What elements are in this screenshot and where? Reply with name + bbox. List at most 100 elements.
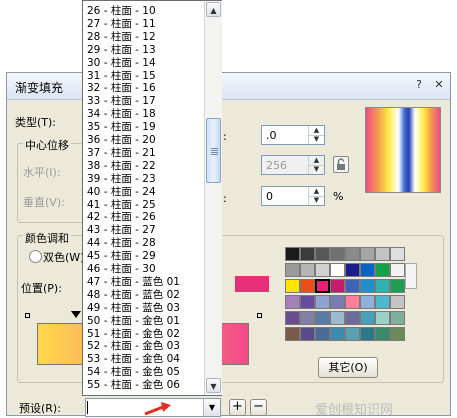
preset-list-item[interactable]: 33 - 柱面 - 17 [87,95,156,108]
preset-list-item[interactable]: 31 - 柱面 - 15 [87,70,156,83]
list-scrollbar[interactable]: ▲ ▼ [204,1,222,395]
palette-swatch[interactable] [330,295,345,309]
palette-swatch[interactable] [390,327,405,341]
palette-swatch[interactable] [360,247,375,261]
palette-swatch[interactable] [315,311,330,325]
preset-list-item[interactable]: 46 - 柱面 - 30 [87,263,156,276]
palette-swatch[interactable] [375,295,390,309]
color-palette [285,247,405,347]
remove-preset-button[interactable]: − [250,399,267,416]
angle-input[interactable]: .0 ▲ ▼ [261,125,325,145]
palette-swatch[interactable] [300,295,315,309]
other-button[interactable]: 其它(O) [318,357,378,378]
position-pointer[interactable] [71,311,81,318]
palette-swatch[interactable] [375,247,390,261]
palette-swatch[interactable] [390,295,405,309]
palette-swatch[interactable] [330,311,345,325]
palette-swatch[interactable] [360,295,375,309]
preset-list-item[interactable]: 52 - 柱面 - 金色 03 [87,340,180,353]
chevron-down-icon[interactable]: ▼ [203,399,220,416]
palette-swatch[interactable] [345,295,360,309]
preset-list-item[interactable]: 43 - 柱面 - 27 [87,224,156,237]
palette-swatch[interactable] [375,327,390,341]
palette-swatch[interactable] [315,247,330,261]
palette-swatch[interactable] [345,311,360,325]
palette-swatch[interactable] [360,327,375,341]
preset-list-item[interactable]: 50 - 柱面 - 金色 01 [87,315,180,328]
palette-swatch[interactable] [375,311,390,325]
palette-swatch[interactable] [300,247,315,261]
preset-list-item[interactable]: 49 - 柱面 - 蓝色 03 [87,302,180,315]
help-icon[interactable]: ? [411,78,427,92]
palette-swatch[interactable] [315,263,330,277]
preset-list-item[interactable]: 54 - 柱面 - 金色 05 [87,366,180,379]
preset-list-item[interactable]: 36 - 柱面 - 20 [87,134,156,147]
preset-list-item[interactable]: 34 - 柱面 - 18 [87,108,156,121]
preset-list-item[interactable]: 53 - 柱面 - 金色 04 [87,353,180,366]
scroll-up-arrow[interactable]: ▲ [206,2,221,17]
palette-swatch[interactable] [345,327,360,341]
edge-down-arrow[interactable]: ▼ [309,196,324,205]
preset-list-item[interactable]: 41 - 柱面 - 25 [87,199,156,212]
angle-down-arrow[interactable]: ▼ [309,135,324,144]
preset-list-item[interactable]: 30 - 柱面 - 14 [87,57,156,70]
preset-list-item[interactable]: 47 - 柱面 - 蓝色 01 [87,276,180,289]
palette-swatch[interactable] [390,247,405,261]
preset-list-item[interactable]: 29 - 柱面 - 13 [87,44,156,57]
edge-pad-input[interactable]: 0 ▲ ▼ [261,186,325,206]
palette-swatch[interactable] [285,327,300,341]
palette-swatch[interactable] [390,263,405,277]
palette-swatch[interactable] [315,279,330,293]
palette-swatch[interactable] [285,295,300,309]
palette-swatch[interactable] [285,247,300,261]
palette-swatch[interactable] [330,263,345,277]
end-marker[interactable] [257,313,262,318]
palette-swatch[interactable] [285,263,300,277]
palette-swatch[interactable] [360,263,375,277]
palette-swatch[interactable] [330,247,345,261]
palette-swatch[interactable] [345,279,360,293]
preset-list-item[interactable]: 40 - 柱面 - 24 [87,186,156,199]
preset-list-item[interactable]: 27 - 柱面 - 11 [87,18,156,31]
preset-list-item[interactable]: 45 - 柱面 - 29 [87,250,156,263]
palette-swatch[interactable] [300,263,315,277]
palette-swatch[interactable] [375,279,390,293]
preset-list-item[interactable]: 48 - 柱面 - 蓝色 02 [87,289,180,302]
preset-list-item[interactable]: 38 - 柱面 - 22 [87,160,156,173]
lock-icon[interactable] [333,156,349,173]
palette-swatch[interactable] [345,263,360,277]
preset-list-item[interactable]: 39 - 柱面 - 23 [87,173,156,186]
preset-list-item[interactable]: 44 - 柱面 - 28 [87,237,156,250]
preset-list-item[interactable]: 32 - 柱面 - 16 [87,82,156,95]
preset-list-item[interactable]: 28 - 柱面 - 12 [87,31,156,44]
preset-list-item[interactable]: 51 - 柱面 - 金色 02 [87,328,180,341]
add-preset-button[interactable]: + [229,399,246,416]
palette-swatch[interactable] [315,327,330,341]
preset-list-item[interactable]: 37 - 柱面 - 21 [87,147,156,160]
palette-swatch[interactable] [345,247,360,261]
preset-list-item[interactable]: 42 - 柱面 - 26 [87,211,156,224]
palette-swatch[interactable] [300,327,315,341]
palette-swatch[interactable] [360,279,375,293]
scroll-thumb[interactable] [206,118,221,183]
close-icon[interactable]: ✕ [431,78,447,92]
palette-swatch[interactable] [390,279,405,293]
preset-dropdown-list[interactable]: 26 - 柱面 - 10 27 - 柱面 - 11 28 - 柱面 - 12 29 -… [82,0,222,396]
palette-swatch[interactable] [330,327,345,341]
palette-swatch[interactable] [300,279,315,293]
preset-list-item[interactable]: 26 - 柱面 - 10 [87,5,156,18]
palette-swatch[interactable] [360,311,375,325]
palette-swatch[interactable] [390,311,405,325]
palette-swatch[interactable] [300,311,315,325]
start-marker[interactable] [25,313,30,318]
palette-swatch[interactable] [315,295,330,309]
palette-swatch[interactable] [285,279,300,293]
palette-scrollbar[interactable] [405,263,417,289]
palette-swatch[interactable] [285,311,300,325]
preset-list-item[interactable]: 35 - 柱面 - 19 [87,121,156,134]
preset-list-item[interactable]: 55 - 柱面 - 金色 06 [87,379,180,392]
palette-swatch[interactable] [375,263,390,277]
palette-swatch[interactable] [330,279,345,293]
two-color-radio[interactable] [29,250,42,263]
scroll-down-arrow[interactable]: ▼ [206,378,221,393]
